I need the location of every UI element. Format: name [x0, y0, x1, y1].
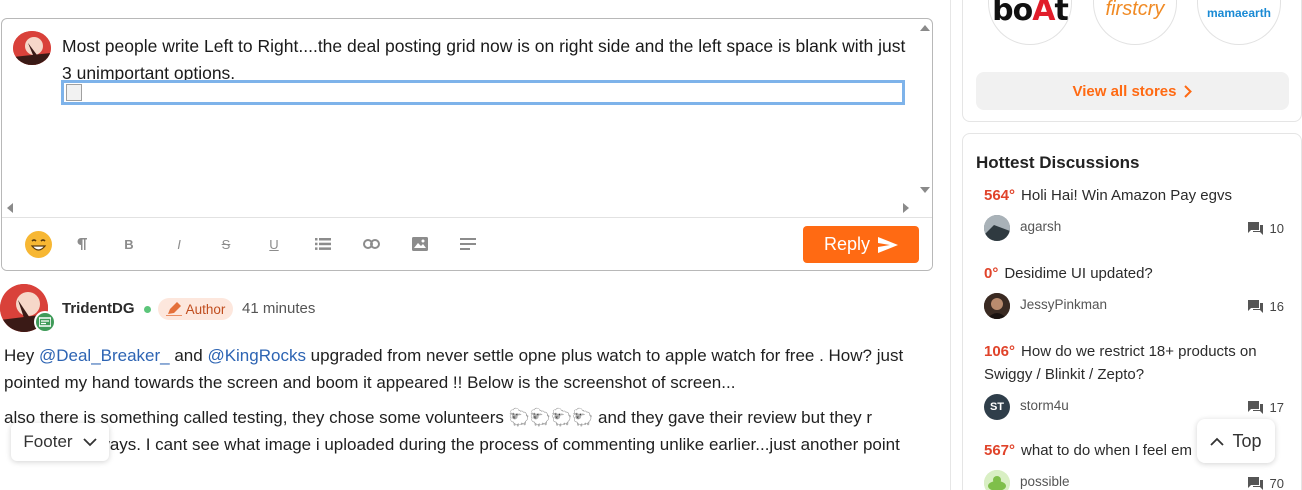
boat-logo-text: bo — [992, 0, 1033, 28]
discussion-temperature: 564° — [984, 187, 1016, 204]
hottest-discussions-title: Hottest Discussions — [976, 153, 1140, 172]
firstcry-logo-text: firstcry — [1105, 0, 1165, 20]
store-logo-mamaearth[interactable]: mamaearth — [1197, 0, 1281, 45]
view-all-stores-label: View all stores — [1072, 82, 1177, 100]
comment-count: 16 — [1247, 299, 1284, 314]
user-avatar[interactable] — [984, 293, 1010, 319]
scroll-down-arrow-icon[interactable] — [920, 187, 930, 193]
comment-count: 70 — [1247, 476, 1284, 490]
editor-text[interactable]: Most people write Left to Right....the d… — [62, 33, 907, 87]
comment-text: w ui anyways. I cant see what image i up… — [35, 435, 900, 454]
user-avatar[interactable]: ST — [984, 394, 1010, 420]
discussion-temperature: 567° — [984, 442, 1016, 459]
comment-count-value: 10 — [1269, 221, 1284, 236]
send-icon — [878, 236, 899, 253]
discussion-temperature: 106° — [984, 343, 1016, 360]
user-avatar[interactable] — [984, 215, 1010, 241]
comment-text: and they gave their review but they r — [593, 408, 873, 427]
comment-text: and — [169, 346, 208, 365]
pen-icon — [165, 302, 182, 316]
discussion-username[interactable]: possible — [1020, 474, 1070, 489]
store-logo-firstcry[interactable]: firstcry — [1093, 0, 1177, 45]
comments-icon — [1247, 222, 1263, 235]
avatar-initials: ST — [989, 401, 1005, 413]
strikethrough-icon[interactable]: S — [219, 232, 233, 256]
link-icon[interactable] — [362, 232, 380, 256]
user-avatar — [13, 31, 51, 65]
discussion-title[interactable]: what to do when I feel em — [1021, 442, 1192, 459]
comment-count-value: 17 — [1269, 400, 1284, 415]
italic-icon[interactable]: I — [172, 232, 186, 256]
sidebar-divider — [950, 0, 951, 490]
footer-label: Footer — [23, 432, 73, 451]
underline-icon[interactable]: U — [267, 232, 281, 256]
editor-toolbar: B I S U Reply — [2, 217, 932, 270]
discussion-title[interactable]: Holi Hai! Win Amazon Pay egvs — [1021, 187, 1232, 204]
mention-link[interactable]: @KingRocks — [207, 346, 306, 365]
emoji-icon[interactable] — [25, 231, 52, 258]
scroll-left-arrow-icon[interactable] — [7, 203, 13, 213]
discussion-item[interactable]: 564° Holi Hai! Win Amazon Pay egvs agarsh… — [984, 184, 1284, 241]
back-to-top-button[interactable]: Top — [1197, 419, 1275, 463]
author-badge-label: Author — [185, 301, 226, 317]
discussion-username[interactable]: JessyPinkman — [1020, 297, 1107, 312]
user-rank-badge-icon — [34, 311, 56, 333]
discussion-title[interactable]: How do we restrict 18+ products on Swigg… — [984, 343, 1257, 383]
chevron-up-icon — [1210, 437, 1225, 446]
comment-text: Hey — [4, 346, 39, 365]
online-status-dot — [144, 306, 151, 313]
discussion-username[interactable]: storm4u — [1020, 398, 1069, 413]
discussion-username[interactable]: agarsh — [1020, 219, 1061, 234]
discussion-item[interactable]: 106° How do we restrict 18+ products on S… — [984, 340, 1284, 420]
comment-count: 10 — [1247, 221, 1284, 236]
comments-icon — [1247, 401, 1263, 414]
comment-count-value: 70 — [1269, 476, 1284, 490]
mamaearth-logo-text: mamaearth — [1206, 5, 1272, 20]
list-icon[interactable] — [314, 232, 332, 256]
inserted-image-placeholder[interactable] — [61, 80, 905, 105]
stores-card: boAt firstcry mamaearth View all stores — [962, 0, 1302, 122]
store-logo-boat[interactable]: boAt — [988, 0, 1072, 45]
comment-author-name[interactable]: TridentDG — [62, 300, 135, 317]
chevron-right-icon — [1184, 84, 1193, 98]
reply-button[interactable]: Reply — [803, 226, 919, 263]
align-icon[interactable] — [459, 232, 477, 256]
reply-editor[interactable]: Most people write Left to Right....the d… — [1, 18, 933, 271]
boat-logo-t: t — [1054, 0, 1068, 28]
broken-image-icon — [66, 84, 82, 101]
mention-link[interactable]: @Deal_Breaker_ — [39, 346, 170, 365]
chevron-down-icon — [82, 437, 97, 446]
comments-icon — [1247, 300, 1263, 313]
reply-button-label: Reply — [823, 234, 871, 254]
discussion-title[interactable]: Desidime UI updated? — [1004, 265, 1152, 282]
sheep-emoji: 🐑🐑🐑🐑 — [508, 408, 594, 427]
scroll-up-arrow-icon[interactable] — [920, 25, 930, 31]
comment-timestamp: 41 minutes — [242, 300, 316, 317]
discussion-temperature: 0° — [984, 265, 999, 282]
comment-count: 17 — [1247, 400, 1284, 415]
comment-count-value: 16 — [1269, 299, 1284, 314]
image-icon[interactable] — [411, 232, 429, 256]
discussion-item[interactable]: 0° Desidime UI updated? JessyPinkman 16 — [984, 262, 1284, 319]
comments-icon — [1247, 477, 1263, 490]
comment-paragraph: also there is something called testing, … — [4, 404, 929, 458]
comment-paragraph: Hey @Deal_Breaker_ and @KingRocks upgrad… — [4, 342, 929, 396]
scroll-right-arrow-icon[interactable] — [903, 203, 909, 213]
user-avatar[interactable] — [984, 470, 1010, 490]
author-badge: Author — [158, 298, 233, 320]
top-label: Top — [1232, 430, 1262, 451]
paragraph-icon[interactable] — [75, 232, 89, 256]
footer-toggle-button[interactable]: Footer — [11, 423, 109, 461]
bold-icon[interactable]: B — [122, 232, 136, 256]
view-all-stores-button[interactable]: View all stores — [976, 72, 1289, 110]
boat-logo-a: A — [1032, 0, 1055, 28]
